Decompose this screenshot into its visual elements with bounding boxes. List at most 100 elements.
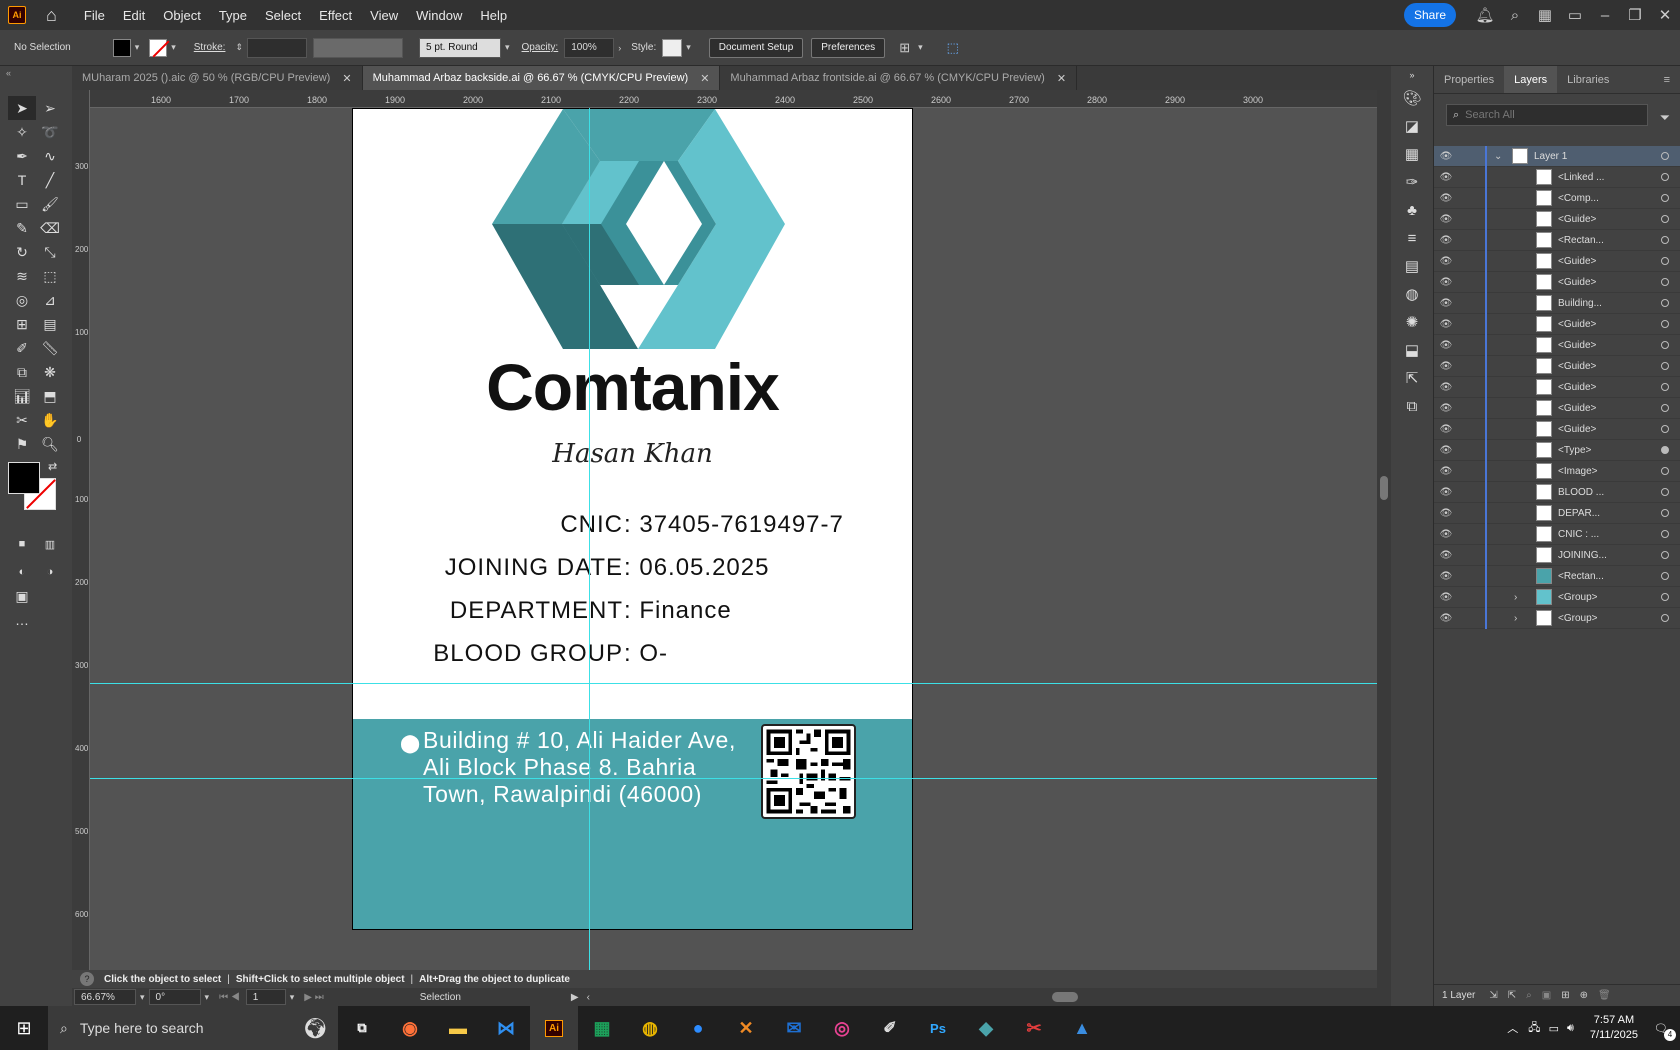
transparency-icon[interactable]: ◍ — [1391, 280, 1433, 308]
vscode-icon[interactable]: ⋈ — [482, 1006, 530, 1050]
symbol-sprayer-icon[interactable]: ❋ — [36, 360, 64, 384]
chevron-down-icon[interactable]: ▾ — [135, 42, 140, 53]
chevron-right-icon[interactable]: › — [1514, 592, 1517, 603]
target-icon[interactable] — [1661, 446, 1669, 454]
curvature-tool-icon[interactable]: ∿ — [36, 144, 64, 168]
menu-object[interactable]: Object — [154, 8, 210, 23]
tab-document-2[interactable]: Muhammad Arbaz backside.ai @ 66.67 % (CM… — [362, 66, 721, 90]
selection-tool-icon[interactable]: ➤ — [8, 96, 36, 120]
chevron-down-icon[interactable]: ▾ — [205, 992, 210, 1003]
layer-row[interactable]: 👁︎ › <Group> — [1434, 587, 1680, 608]
draw-behind-icon[interactable]: ◑ — [36, 560, 64, 584]
close-icon[interactable]: ✕ — [700, 72, 709, 85]
eye-icon[interactable]: 👁︎ — [1434, 445, 1458, 456]
chevron-right-icon[interactable]: › — [1514, 613, 1517, 624]
zoom-field[interactable]: 66.67% — [74, 989, 136, 1005]
eye-icon[interactable]: 👁︎ — [1434, 172, 1458, 183]
chevron-down-icon[interactable]: ▾ — [505, 42, 510, 53]
export-icon[interactable]: ⇱ — [1508, 990, 1516, 1001]
picker-icon[interactable]: ✐ — [866, 1006, 914, 1050]
layer-row[interactable]: 👁︎ <Guide> — [1434, 314, 1680, 335]
variable-width-field[interactable] — [313, 37, 403, 58]
fill-swatch[interactable] — [112, 38, 131, 57]
snipping-tool-icon[interactable]: ✂ — [1010, 1006, 1058, 1050]
menu-file[interactable]: File — [75, 8, 114, 23]
eye-icon[interactable]: 👁︎ — [1434, 340, 1458, 351]
target-icon[interactable] — [1661, 551, 1669, 559]
tab-document-3[interactable]: Muhammad Arbaz frontside.ai @ 66.67 % (C… — [720, 66, 1078, 90]
menu-effect[interactable]: Effect — [310, 8, 361, 23]
outlook-icon[interactable]: ✉ — [770, 1006, 818, 1050]
search-icon[interactable]: ⌕ — [1500, 7, 1530, 24]
share-button[interactable]: Share — [1403, 3, 1456, 27]
chevron-down-icon[interactable]: ▾ — [686, 42, 691, 53]
more-tools-icon[interactable]: … — [8, 608, 36, 632]
sun-icon[interactable]: ✺ — [1391, 308, 1433, 336]
collect-export-icon[interactable]: ⇲ — [1489, 990, 1497, 1001]
minimize-icon[interactable]: – — [1590, 7, 1620, 24]
shape-builder-icon[interactable]: ◎ — [8, 288, 36, 312]
scroll-left-icon[interactable]: ‹ — [587, 992, 590, 1003]
layer-row[interactable]: 👁︎ <Guide> — [1434, 356, 1680, 377]
layer-row[interactable]: 👁︎ <Rectan... — [1434, 230, 1680, 251]
target-icon[interactable] — [1661, 278, 1669, 286]
filter-icon[interactable]: ⏷ — [1660, 110, 1670, 126]
recolor-icon[interactable]: ⬚ — [947, 40, 959, 56]
trash-icon[interactable]: 🗑︎ — [1598, 990, 1611, 1001]
layers-search-input[interactable]: ⌕ Search All — [1446, 104, 1648, 126]
swap-icon[interactable]: ⇄ — [48, 460, 57, 473]
hand-tool-icon[interactable]: ✋ — [36, 408, 64, 432]
task-view-icon[interactable]: ⧉ — [338, 1006, 386, 1050]
target-icon[interactable] — [1661, 488, 1669, 496]
eye-icon[interactable]: 👁︎ — [1434, 550, 1458, 561]
tab-document-1[interactable]: MUharam 2025 ().aic @ 50 % (RGB/CPU Prev… — [72, 66, 363, 90]
fill-color-icon[interactable] — [8, 462, 40, 494]
layer-row[interactable]: 👁︎ <Rectan... — [1434, 566, 1680, 587]
eye-icon[interactable]: 👁︎ — [1434, 214, 1458, 225]
chrome-icon[interactable]: ◍ — [626, 1006, 674, 1050]
play-icon[interactable]: ▶ — [571, 992, 579, 1003]
artboard[interactable]: Comtanix Hasan Khan CNIC: 37405-7619497-… — [352, 108, 913, 930]
collapse-icon[interactable]: « — [0, 66, 72, 80]
help-icon[interactable]: ? — [80, 972, 94, 986]
rotate-tool-icon[interactable]: ↻ — [8, 240, 36, 264]
layer-row[interactable]: 👁︎ <Linked ... — [1434, 167, 1680, 188]
screen-mode-icon[interactable]: ▣ — [8, 584, 36, 608]
xampp-icon[interactable]: ✕ — [722, 1006, 770, 1050]
menu-window[interactable]: Window — [407, 8, 471, 23]
target-icon[interactable] — [1661, 152, 1669, 160]
chevron-down-icon[interactable]: ⌄ — [1494, 151, 1502, 162]
eye-icon[interactable]: 👁︎ — [1434, 382, 1458, 393]
eye-icon[interactable]: 👁︎ — [1434, 571, 1458, 582]
magic-wand-icon[interactable]: ✧ — [8, 120, 36, 144]
symbols-icon[interactable]: ♣ — [1391, 196, 1433, 224]
brushes-icon[interactable]: ✑ — [1391, 168, 1433, 196]
document-setup-button[interactable]: Document Setup — [708, 37, 804, 58]
new-sublayer-icon[interactable]: ⊞ — [1561, 990, 1569, 1001]
guide-vertical[interactable] — [589, 108, 590, 970]
layer-row[interactable]: 👁︎ Building... — [1434, 293, 1680, 314]
illustrator-taskbar-icon[interactable]: Ai — [530, 1006, 578, 1050]
target-icon[interactable] — [1661, 299, 1669, 307]
app-icon[interactable]: ◆ — [962, 1006, 1010, 1050]
gradient-icon[interactable]: ▤ — [1391, 252, 1433, 280]
eye-icon[interactable]: 👁︎ — [1434, 613, 1458, 624]
file-explorer-icon[interactable]: ▬ — [434, 1006, 482, 1050]
signature[interactable]: Hasan Khan — [353, 439, 912, 469]
tab-libraries[interactable]: Libraries — [1557, 66, 1619, 93]
scroll-thumb[interactable] — [1380, 476, 1388, 500]
zoom-tool-icon[interactable]: 🔍︎ — [36, 432, 64, 456]
eye-icon[interactable]: 👁︎ — [1434, 361, 1458, 372]
artboards-icon[interactable]: ⧉ — [1391, 392, 1433, 420]
lasso-icon[interactable]: ➰ — [36, 120, 64, 144]
home-icon[interactable]: ⌂ — [46, 5, 57, 26]
vertical-scrollbar[interactable] — [1377, 66, 1391, 1006]
eye-icon[interactable]: 👁︎ — [1434, 193, 1458, 204]
target-icon[interactable] — [1661, 341, 1669, 349]
target-icon[interactable] — [1661, 173, 1669, 181]
appearance-icon[interactable]: ◪ — [1391, 112, 1433, 140]
puppet-warp-icon[interactable]: ⚑ — [8, 432, 36, 456]
eye-icon[interactable]: 👁︎ — [1434, 277, 1458, 288]
network-icon[interactable]: 🖧︎ — [1528, 1019, 1540, 1038]
target-icon[interactable] — [1661, 614, 1669, 622]
